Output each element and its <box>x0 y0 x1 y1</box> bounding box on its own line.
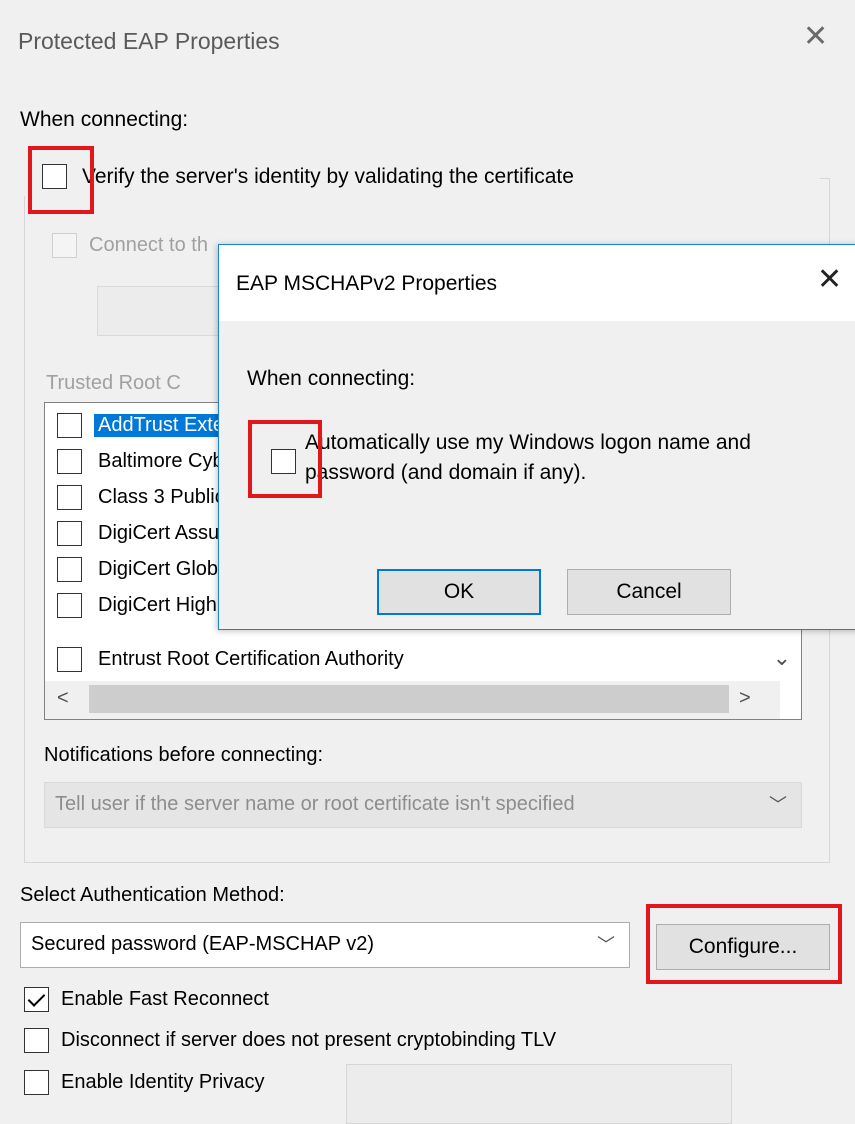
fast-reconnect-label: Enable Fast Reconnect <box>61 988 269 1010</box>
highlight-annotation <box>248 420 322 498</box>
ca-checkbox[interactable] <box>57 413 82 438</box>
scroll-down-icon[interactable]: ⌄ <box>773 645 791 671</box>
chevron-down-icon: ﹀ <box>597 935 615 955</box>
when-connecting-label: When connecting: <box>247 367 416 390</box>
auth-method-label: Select Authentication Method: <box>20 884 285 906</box>
verify-server-label: Verify the server's identity by validati… <box>82 165 574 188</box>
ca-checkbox[interactable] <box>57 449 82 474</box>
auto-logon-label-line2: password (and domain if any). <box>305 461 587 484</box>
cryptobinding-label: Disconnect if server does not present cr… <box>61 1029 557 1051</box>
auto-logon-option[interactable]: Automatically use my Windows logon name … <box>259 427 839 491</box>
fast-reconnect-checkbox[interactable] <box>24 987 49 1012</box>
verify-server-option[interactable]: Verify the server's identity by validati… <box>20 152 820 196</box>
cancel-button[interactable]: Cancel <box>567 569 731 615</box>
chevron-down-icon: ﹀ <box>769 795 787 815</box>
scroll-right-icon[interactable]: > <box>739 687 751 710</box>
scroll-left-icon[interactable]: < <box>57 687 69 710</box>
dialog-title: EAP MSCHAPv2 Properties <box>236 272 498 295</box>
server-names-input[interactable] <box>97 286 237 336</box>
highlight-annotation <box>28 146 94 214</box>
ca-checkbox[interactable] <box>57 647 82 672</box>
cryptobinding-checkbox[interactable] <box>24 1028 49 1053</box>
close-icon[interactable]: ✕ <box>803 22 828 52</box>
cryptobinding-option[interactable]: Disconnect if server does not present cr… <box>24 1026 824 1056</box>
notifications-label: Notifications before connecting: <box>44 744 324 766</box>
notifications-value: Tell user if the server name or root cer… <box>55 793 575 815</box>
identity-privacy-checkbox[interactable] <box>24 1070 49 1095</box>
auth-method-dropdown[interactable]: Secured password (EAP-MSCHAP v2) ﹀ <box>20 922 630 968</box>
when-connecting-label: When connecting: <box>20 108 189 131</box>
connect-to-servers-label: Connect to th <box>89 234 208 256</box>
ca-checkbox[interactable] <box>57 593 82 618</box>
connect-to-servers-checkbox[interactable] <box>52 233 77 258</box>
ok-button[interactable]: OK <box>377 569 541 615</box>
trusted-root-label: Trusted Root C <box>46 372 181 394</box>
close-icon[interactable]: ✕ <box>817 265 842 295</box>
scrollbar-thumb[interactable] <box>89 685 729 713</box>
ca-name: Entrust Root Certification Authority <box>98 648 404 670</box>
ca-checkbox[interactable] <box>57 557 82 582</box>
fast-reconnect-option[interactable]: Enable Fast Reconnect <box>24 985 724 1015</box>
ca-checkbox[interactable] <box>57 485 82 510</box>
horizontal-scrollbar[interactable]: < > <box>45 681 780 719</box>
highlight-annotation <box>646 904 842 984</box>
ca-checkbox[interactable] <box>57 521 82 546</box>
identity-privacy-option[interactable]: Enable Identity Privacy <box>24 1068 344 1098</box>
auth-method-value: Secured password (EAP-MSCHAP v2) <box>31 933 375 955</box>
anonymous-identity-input[interactable] <box>346 1064 732 1124</box>
auto-logon-label-line1: Automatically use my Windows logon name … <box>305 431 751 454</box>
identity-privacy-label: Enable Identity Privacy <box>61 1071 265 1093</box>
window-title: Protected EAP Properties <box>18 28 280 54</box>
notifications-dropdown[interactable]: Tell user if the server name or root cer… <box>44 782 802 828</box>
